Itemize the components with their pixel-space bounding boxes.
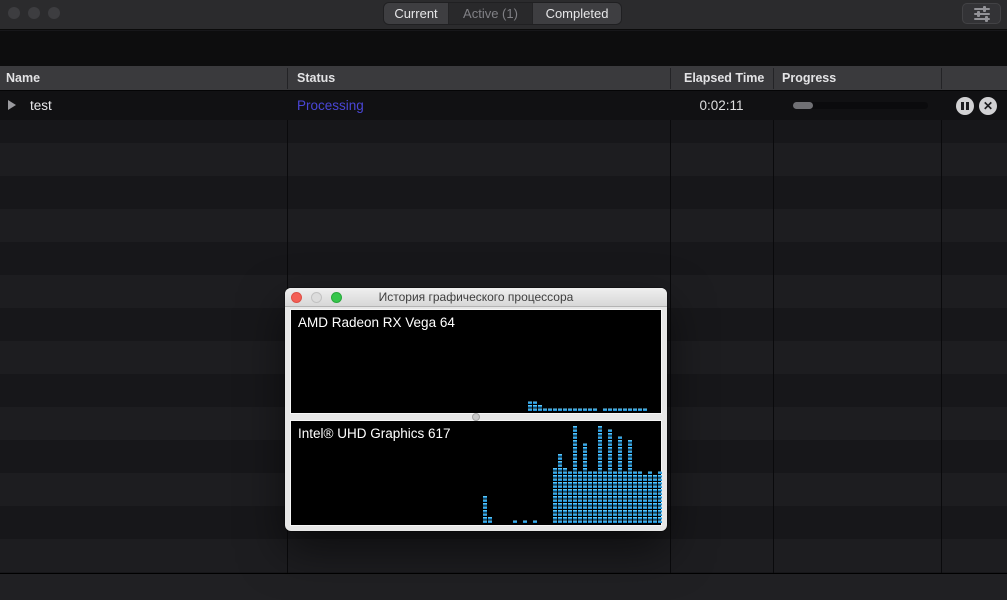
drop-zone-strip [0,31,1007,66]
close-button[interactable] [8,7,20,19]
gpu-history-window[interactable]: История графического процессора AMD Rade… [285,288,667,531]
gpu-chart-amd: AMD Radeon RX Vega 64 [290,309,662,414]
zoom-button[interactable] [331,292,342,303]
table-header: Name Status Elapsed Time Progress [0,66,1007,91]
filter-settings-button[interactable] [962,3,1001,24]
job-name: test [30,91,52,120]
progress-bar [793,102,928,109]
sliders-icon [974,18,990,20]
table-row[interactable]: test Processing 0:02:11 ✕ [0,91,1007,120]
pause-icon [961,102,969,110]
gpu-window-titlebar[interactable]: История графического процессора [285,288,667,307]
column-divider [773,91,774,573]
column-divider[interactable] [670,68,671,89]
column-header-elapsed-time[interactable]: Elapsed Time [684,66,764,91]
compressor-app-window: Current Active (1) Completed Name Status… [0,0,1007,600]
zoom-button[interactable] [48,7,60,19]
progress-bar-fill [793,102,813,109]
disclosure-triangle-icon[interactable] [8,100,16,110]
minimize-button[interactable] [311,292,322,303]
job-elapsed-time: 0:02:11 [670,91,773,120]
status-footer [0,573,1007,600]
gpu-chart-intel-label: Intel® UHD Graphics 617 [298,426,451,441]
minimize-button[interactable] [28,7,40,19]
gpu-chart-intel: Intel® UHD Graphics 617 [290,420,662,526]
cancel-button[interactable]: ✕ [979,97,997,115]
column-header-name[interactable]: Name [6,66,40,91]
sliders-icon [974,13,990,15]
splitter-handle[interactable] [472,413,480,421]
tab-current[interactable]: Current [384,3,448,24]
column-divider [941,91,942,573]
pause-button[interactable] [956,97,974,115]
gpu-chart-amd-label: AMD Radeon RX Vega 64 [298,315,455,330]
column-divider [670,91,671,573]
job-status: Processing [297,91,364,120]
column-divider[interactable] [941,68,942,89]
close-button[interactable] [291,292,302,303]
column-header-progress[interactable]: Progress [782,66,836,91]
column-header-status[interactable]: Status [297,66,335,91]
tab-active[interactable]: Active (1) [448,3,532,24]
sliders-icon [974,8,990,10]
column-divider[interactable] [287,68,288,89]
column-divider[interactable] [773,68,774,89]
tab-completed[interactable]: Completed [532,3,621,24]
view-segmented-control: Current Active (1) Completed [383,2,622,25]
gpu-window-title: История графического процессора [285,288,667,307]
close-x-icon: ✕ [983,97,993,115]
toolbar: Current Active (1) Completed [0,0,1007,30]
